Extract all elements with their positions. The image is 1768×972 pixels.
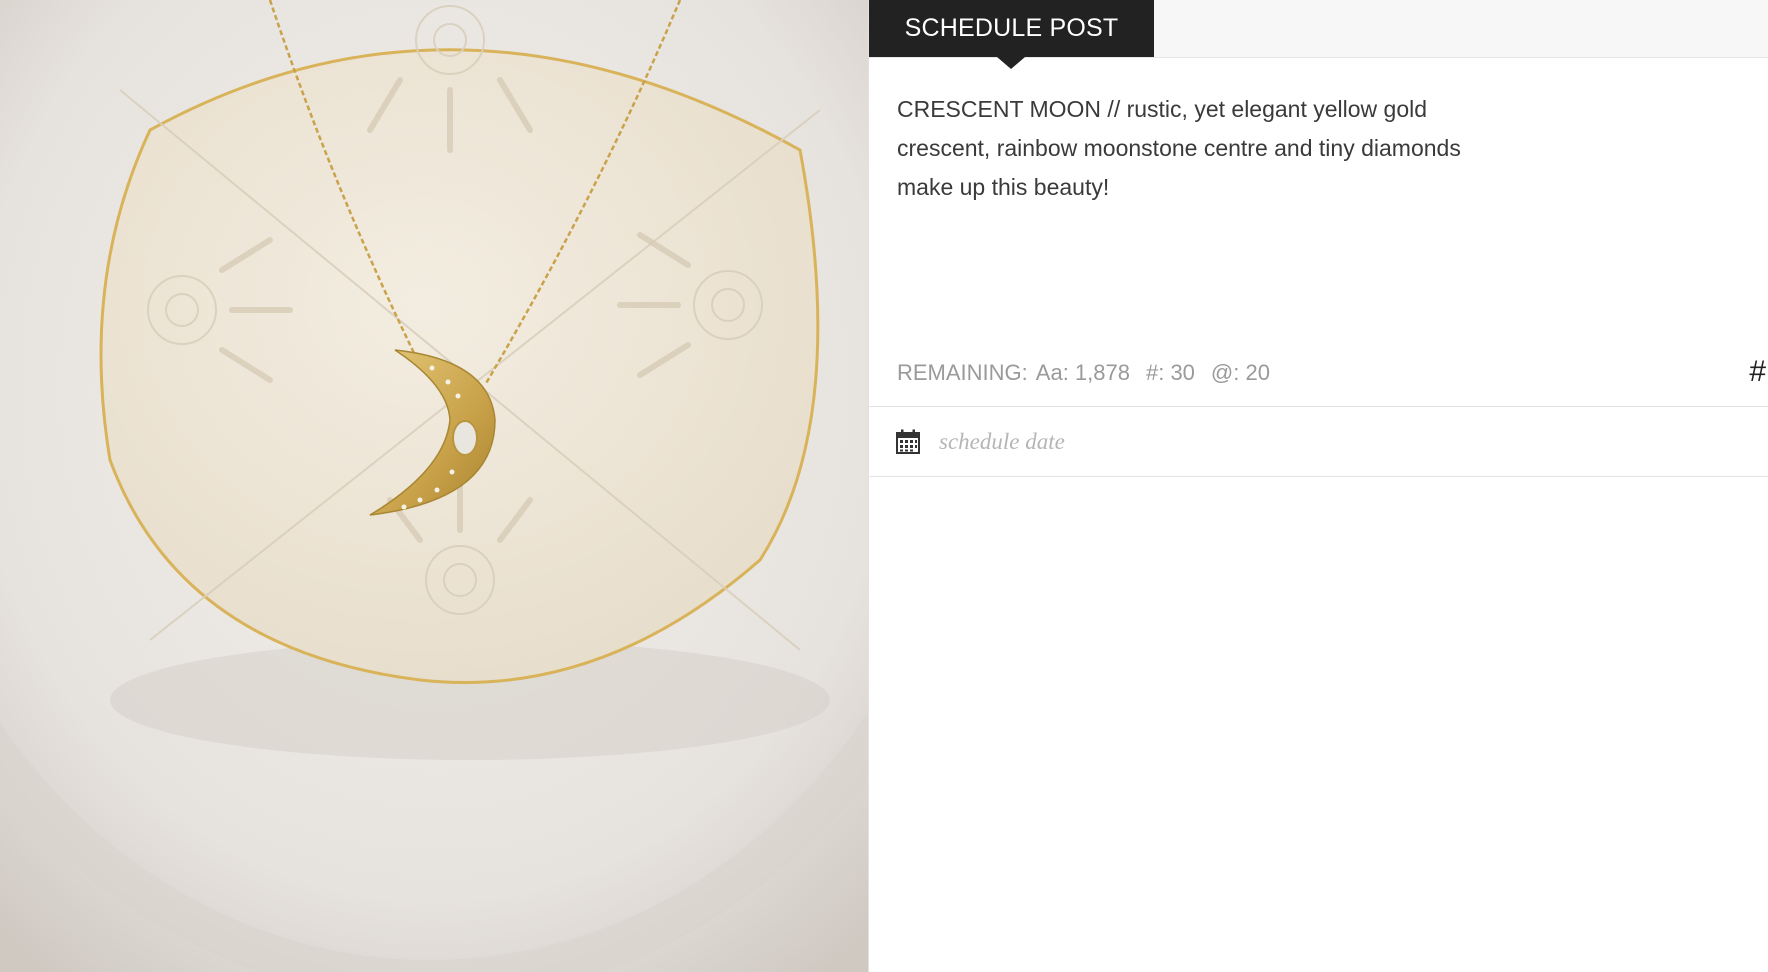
hashtag-count: #: 30 [1145, 360, 1195, 385]
schedule-date-row [869, 408, 1768, 476]
tab-schedule-post-label: SCHEDULE POST [904, 14, 1119, 42]
char-count: Aa: 1,878 [1035, 360, 1130, 385]
divider [869, 476, 1768, 477]
necklace-photo [0, 0, 868, 972]
schedule-post-panel: SCHEDULE POST CRESCENT MOON // rustic, y… [868, 0, 1768, 972]
remaining-label: REMAINING: [897, 360, 1028, 385]
mention-count: @: 20 [1210, 360, 1270, 385]
divider [869, 406, 1768, 407]
tab-schedule-post[interactable]: SCHEDULE POST [869, 0, 1154, 57]
post-image [0, 0, 868, 972]
tab-bar: SCHEDULE POST [869, 0, 1768, 69]
remaining-counters: REMAINING: Aa: 1,878 #: 30 @: 20 [897, 357, 1741, 389]
hashtag-button[interactable]: # [1749, 356, 1766, 388]
schedule-date-input[interactable] [939, 422, 1639, 462]
active-tab-pointer [997, 57, 1025, 69]
post-caption[interactable]: CRESCENT MOON // rustic, yet elegant yel… [897, 90, 1517, 207]
calendar-icon[interactable] [896, 429, 920, 454]
